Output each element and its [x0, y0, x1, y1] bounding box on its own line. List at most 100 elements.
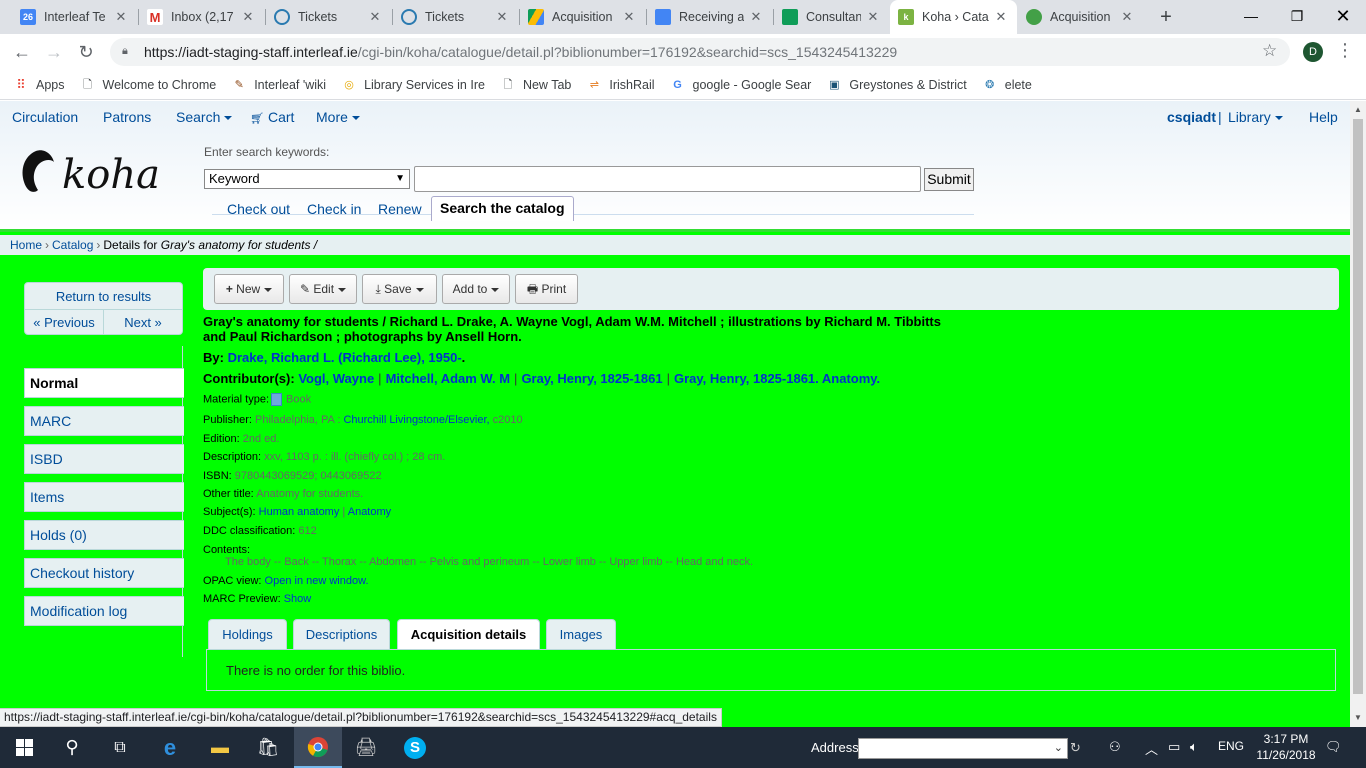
go-refresh-icon[interactable]: ↻: [1070, 740, 1081, 756]
next-link[interactable]: Next »: [104, 310, 182, 335]
logged-in-user[interactable]: csqiadt: [1167, 109, 1216, 125]
chrome-taskbar-icon[interactable]: [294, 727, 342, 768]
store-icon[interactable]: 🛍︎: [244, 727, 292, 768]
nav-circulation[interactable]: Circulation: [12, 109, 78, 125]
contributor-link[interactable]: Mitchell, Adam W. M: [386, 371, 510, 386]
volume-icon[interactable]: 🔈︎: [1190, 739, 1198, 755]
view-holds[interactable]: Holds (0): [24, 520, 184, 550]
browser-tab-active[interactable]: k Koha › Cata ✕: [890, 0, 1017, 34]
view-modification-log[interactable]: Modification log: [24, 596, 184, 626]
nav-more-menu[interactable]: More: [316, 109, 360, 125]
notifications-icon[interactable]: 🗨︎: [1325, 739, 1342, 755]
nav-library-menu[interactable]: Library: [1228, 109, 1283, 125]
tab-check-in[interactable]: Check in: [307, 201, 361, 217]
edit-button[interactable]: ✎ Edit: [289, 274, 357, 304]
contributor-link[interactable]: Gray, Henry, 1825-1861. Anatomy.: [674, 371, 880, 386]
close-tab-icon[interactable]: ✕: [367, 9, 383, 25]
subject-link[interactable]: Anatomy: [348, 506, 391, 518]
search-icon[interactable]: ⚲: [48, 727, 96, 768]
nav-patrons[interactable]: Patrons: [103, 109, 151, 125]
publisher-link[interactable]: Churchill Livingstone/Elsevier,: [343, 414, 489, 426]
skype-icon[interactable]: S: [391, 727, 439, 768]
bookmark-item[interactable]: Ggoogle - Google Sear: [671, 78, 811, 92]
browser-tab[interactable]: 26 Interleaf Te ✕: [12, 0, 137, 34]
close-tab-icon[interactable]: ✕: [1119, 9, 1135, 25]
address-toolbar-input[interactable]: ⌄: [858, 738, 1068, 759]
breadcrumb-catalog[interactable]: Catalog: [52, 238, 93, 252]
nav-cart[interactable]: 🛒︎ Cart: [250, 109, 294, 125]
close-window-icon[interactable]: ✕: [1320, 0, 1366, 34]
people-icon[interactable]: ⚇: [1109, 739, 1121, 755]
author-link[interactable]: Drake, Richard L. (Richard Lee), 1950-: [228, 350, 462, 365]
language-indicator[interactable]: ENG: [1218, 739, 1244, 753]
close-tab-icon[interactable]: ✕: [993, 9, 1009, 25]
bookmark-item[interactable]: ❂ elete: [983, 78, 1032, 92]
browser-tab[interactable]: Acquisition ✕: [1018, 0, 1143, 34]
close-tab-icon[interactable]: ✕: [240, 9, 256, 25]
tab-images[interactable]: Images: [546, 619, 616, 650]
search-input[interactable]: [414, 166, 921, 192]
opac-view-link[interactable]: Open in new window.: [265, 575, 369, 587]
view-checkout-history[interactable]: Checkout history: [24, 558, 184, 588]
address-bar[interactable]: 🔒︎ https://iadt-staging-staff.interleaf.…: [110, 38, 1290, 66]
new-button[interactable]: + New: [214, 274, 284, 304]
view-isbd[interactable]: ISBD: [24, 444, 184, 474]
tab-holdings[interactable]: Holdings: [208, 619, 287, 650]
show-hidden-icons[interactable]: ︿: [1145, 739, 1158, 758]
browser-tab[interactable]: Tickets ✕: [393, 0, 518, 34]
close-tab-icon[interactable]: ✕: [113, 9, 129, 25]
tab-acquisition-details[interactable]: Acquisition details: [397, 619, 540, 651]
new-tab-icon[interactable]: +: [1155, 6, 1177, 28]
browser-tab[interactable]: Receiving a ✕: [647, 0, 772, 34]
nav-search-menu[interactable]: Search: [176, 109, 233, 125]
tab-renew[interactable]: Renew: [378, 201, 422, 217]
view-normal[interactable]: Normal: [24, 368, 184, 398]
back-icon[interactable]: ←: [10, 40, 34, 64]
view-items[interactable]: Items: [24, 482, 184, 512]
return-to-results-link[interactable]: Return to results: [25, 283, 182, 310]
scrollbar-thumb[interactable]: [1353, 119, 1363, 694]
bookmark-item[interactable]: 🗋 New Tab: [501, 78, 572, 92]
forward-icon[interactable]: →: [42, 40, 66, 64]
browser-tab[interactable]: Acquisition ✕: [520, 0, 645, 34]
contributor-link[interactable]: Vogl, Wayne: [298, 371, 374, 386]
submit-button[interactable]: Submit: [924, 168, 974, 191]
bookmark-star-icon[interactable]: ☆: [1262, 41, 1277, 61]
tab-search-catalog[interactable]: Search the catalog: [431, 196, 574, 221]
add-to-button[interactable]: Add to: [442, 274, 510, 304]
tab-descriptions[interactable]: Descriptions: [293, 619, 390, 650]
chrome-menu-icon[interactable]: ⋮: [1336, 40, 1354, 61]
battery-icon[interactable]: ▭: [1168, 739, 1180, 755]
file-explorer-icon[interactable]: ▬: [196, 727, 244, 768]
tab-check-out[interactable]: Check out: [227, 201, 290, 217]
bookmark-item[interactable]: ⇌ IrishRail: [587, 78, 655, 92]
bookmark-apps[interactable]: ⠿ Apps: [14, 77, 64, 92]
previous-link[interactable]: « Previous: [25, 310, 104, 335]
system-clock[interactable]: 3:17 PM 11/26/2018: [1256, 731, 1316, 763]
close-tab-icon[interactable]: ✕: [494, 9, 510, 25]
restore-icon[interactable]: ❐: [1274, 0, 1320, 34]
edge-icon[interactable]: e: [146, 727, 194, 768]
search-type-select[interactable]: Keyword ▼: [204, 169, 410, 189]
bookmark-item[interactable]: ▣ Greystones & District: [827, 78, 967, 92]
print-button[interactable]: 🖶︎ Print: [515, 274, 578, 304]
browser-tab[interactable]: Consultancy ✕: [774, 0, 889, 34]
close-tab-icon[interactable]: ✕: [621, 9, 637, 25]
close-tab-icon[interactable]: ✕: [748, 9, 764, 25]
windows-start-icon[interactable]: [0, 727, 48, 768]
subject-link[interactable]: Human anatomy: [259, 506, 340, 518]
profile-avatar[interactable]: D: [1303, 42, 1323, 62]
view-marc[interactable]: MARC: [24, 406, 184, 436]
vertical-scrollbar[interactable]: ▲ ▼: [1350, 101, 1366, 727]
minimize-icon[interactable]: —: [1228, 0, 1274, 34]
reload-icon[interactable]: ↻: [74, 40, 98, 64]
bookmark-item[interactable]: ✎ Interleaf 'wiki: [232, 78, 326, 92]
scroll-down-icon[interactable]: ▼: [1354, 713, 1362, 722]
save-button[interactable]: ⤓ Save: [362, 274, 437, 304]
contributor-link[interactable]: Gray, Henry, 1825-1861: [521, 371, 662, 386]
bookmark-item[interactable]: ◎ Library Services in Ire: [342, 78, 485, 92]
bookmark-item[interactable]: 🗋 Welcome to Chrome: [81, 78, 216, 92]
close-tab-icon[interactable]: ✕: [865, 9, 881, 25]
breadcrumb-home[interactable]: Home: [10, 238, 42, 252]
browser-tab[interactable]: Tickets ✕: [266, 0, 391, 34]
